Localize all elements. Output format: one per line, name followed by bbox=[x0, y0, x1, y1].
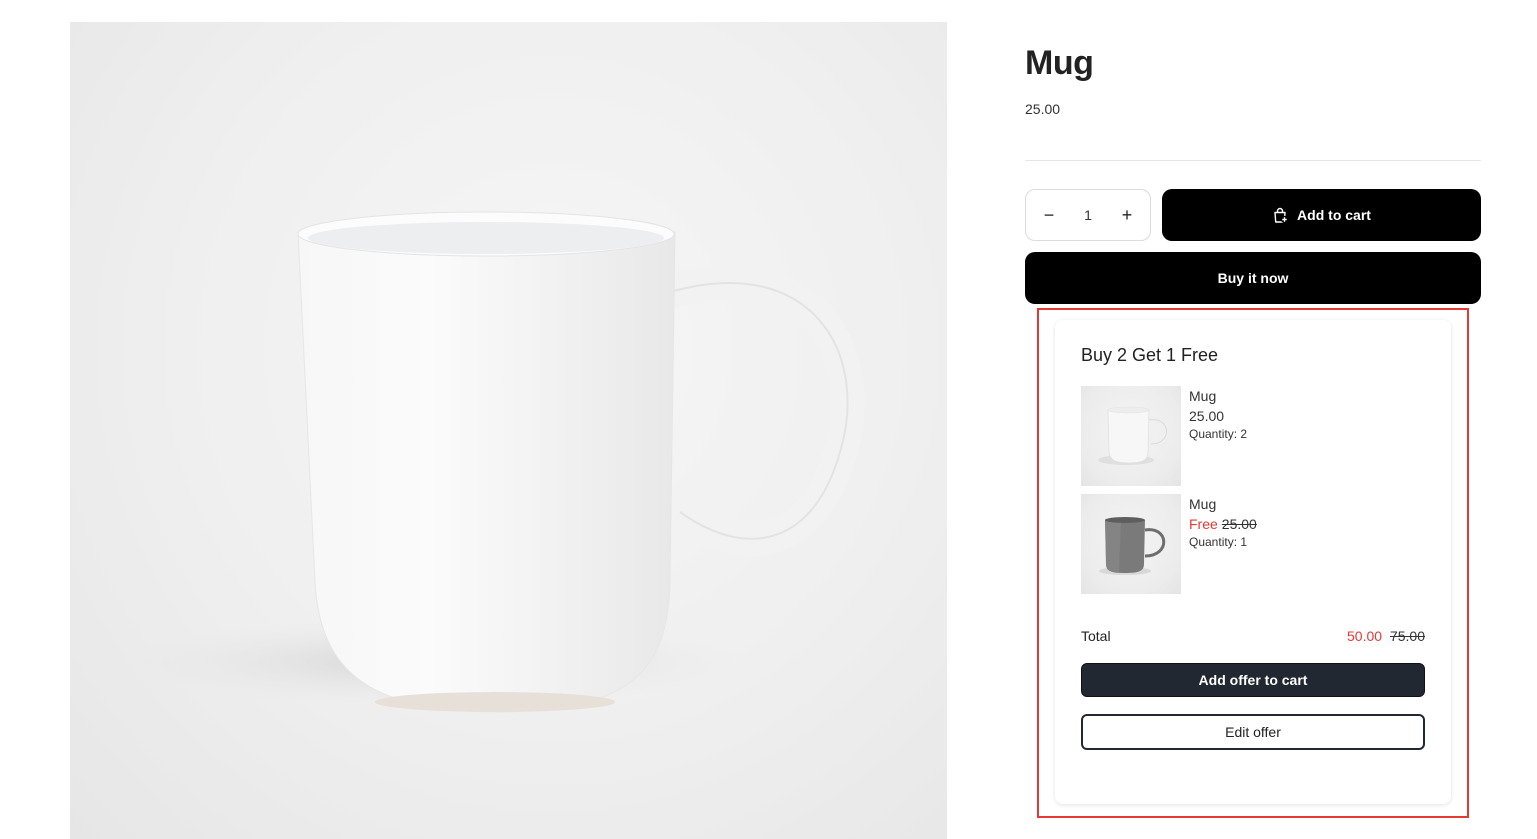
white-mug-thumbnail bbox=[1098, 406, 1169, 465]
total-label: Total bbox=[1081, 628, 1111, 644]
offer-item: Mug Free 25.00 Quantity: 1 bbox=[1081, 494, 1425, 594]
offer-item-name: Mug bbox=[1189, 388, 1217, 404]
product-main-image[interactable] bbox=[70, 22, 947, 839]
total-values: 50.00 75.00 bbox=[1347, 628, 1425, 644]
offer-item-quantity: Quantity: 2 bbox=[1189, 427, 1248, 441]
product-price: 25.00 bbox=[1025, 101, 1061, 117]
add-offer-to-cart-button[interactable]: Add offer to cart bbox=[1081, 663, 1425, 697]
gray-mug-thumbnail bbox=[1099, 517, 1166, 575]
increase-quantity-button[interactable]: + bbox=[1116, 204, 1138, 226]
shopping-bag-plus-icon bbox=[1274, 207, 1289, 223]
product-title: Mug bbox=[1025, 44, 1094, 82]
edit-offer-button[interactable]: Edit offer bbox=[1081, 714, 1425, 750]
product-page: Mug 25.00 − 1 + Add to cart Buy it now B… bbox=[0, 0, 1537, 839]
offer-item-price: 25.00 bbox=[1189, 408, 1225, 424]
total-discounted-price: 50.00 bbox=[1347, 628, 1383, 644]
total-original-price: 75.00 bbox=[1389, 628, 1425, 644]
offer-item-name: Mug bbox=[1189, 496, 1217, 512]
add-to-cart-label: Add to cart bbox=[1297, 207, 1371, 223]
offer-item: Mug 25.00 Quantity: 2 bbox=[1081, 386, 1425, 486]
offer-item-quantity: Quantity: 1 bbox=[1189, 535, 1248, 549]
offer-title: Buy 2 Get 1 Free bbox=[1081, 345, 1219, 365]
free-label: Free bbox=[1189, 516, 1218, 532]
divider bbox=[1025, 160, 1481, 161]
offer-item-thumbnail[interactable] bbox=[1081, 386, 1181, 486]
original-price: 25.00 bbox=[1221, 516, 1257, 532]
buy-it-now-button[interactable]: Buy it now bbox=[1025, 252, 1481, 304]
quantity-input[interactable]: 1 bbox=[1073, 207, 1103, 223]
white-mug-photo bbox=[120, 211, 865, 713]
offer-item-price: Free 25.00 bbox=[1189, 516, 1257, 532]
buy-it-now-label: Buy it now bbox=[1217, 270, 1289, 286]
add-to-cart-button[interactable]: Add to cart bbox=[1162, 189, 1481, 241]
decrease-quantity-button[interactable]: − bbox=[1038, 204, 1060, 226]
bundle-offer-card: Buy 2 Get 1 Free Mug 25.00 Quantity: 2 M… bbox=[1055, 320, 1451, 804]
quantity-stepper: − 1 + bbox=[1025, 189, 1151, 241]
offer-item-thumbnail[interactable] bbox=[1081, 494, 1181, 594]
